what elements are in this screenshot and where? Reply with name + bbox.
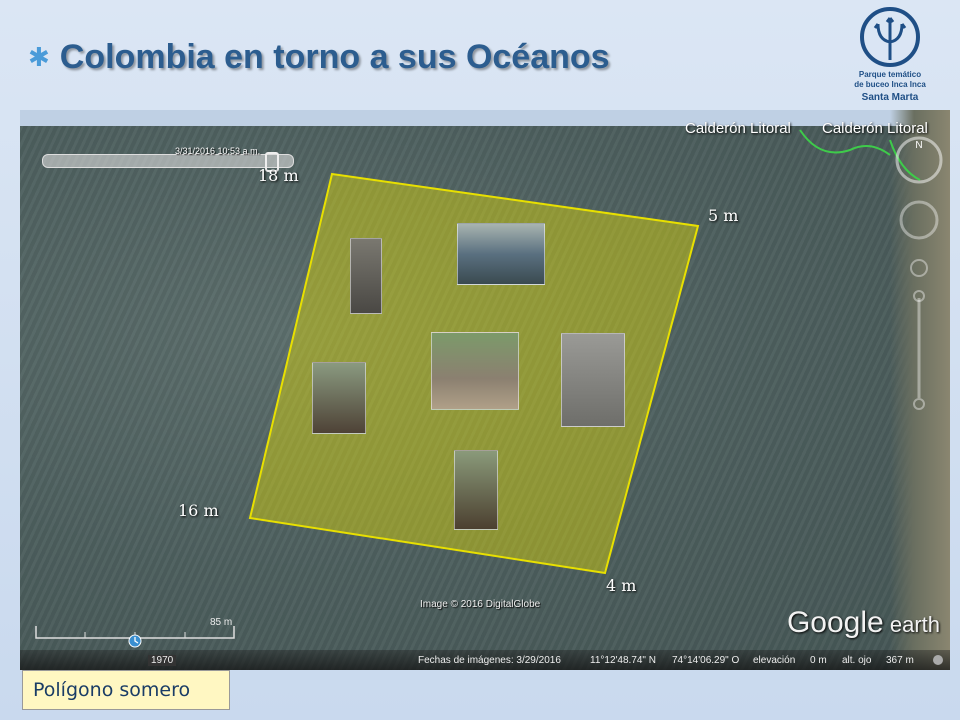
photo-statue-woman bbox=[350, 238, 382, 314]
photo-stone-carving bbox=[561, 333, 625, 427]
caption-box: Polígono somero bbox=[22, 670, 230, 710]
photo-globe-sculpture bbox=[431, 332, 519, 410]
status-bar: 1970 Fechas de imágenes: 3/29/2016 11°12… bbox=[20, 650, 950, 670]
logo-line-3: Santa Marta bbox=[861, 92, 919, 103]
navigation-controls[interactable]: N bbox=[894, 128, 944, 428]
depth-label-bottom-right: 4 m bbox=[606, 576, 637, 595]
year-label: 1970 bbox=[148, 655, 177, 666]
eye-altitude-label: alt. ojo bbox=[842, 655, 872, 666]
svg-text:N: N bbox=[915, 140, 922, 151]
zoom-out-icon bbox=[913, 398, 925, 410]
depth-label-top-left: 18 m bbox=[258, 166, 299, 185]
elevation-label: elevación bbox=[753, 655, 796, 666]
status-toggle-icon[interactable] bbox=[932, 654, 944, 666]
satellite-map[interactable]: Calderón Litoral Calderón Litoral 3/31/2… bbox=[20, 110, 950, 670]
logo: Parque temático de buceo Inca Inca Santa… bbox=[840, 6, 940, 108]
slide-title: Colombia en torno a sus Océanos bbox=[59, 38, 610, 76]
street-view-icon bbox=[910, 259, 928, 277]
brand-name: Google bbox=[786, 606, 884, 639]
logo-line-2: de buceo Inca Inca bbox=[854, 80, 926, 89]
logo-line-1: Parque temático bbox=[858, 70, 922, 79]
caption-text: Polígono somero bbox=[33, 679, 191, 701]
eye-altitude-value: 367 m bbox=[886, 655, 914, 666]
photo-jeep bbox=[457, 223, 545, 285]
trident-logo-icon bbox=[860, 7, 920, 67]
elevation-value: 0 m bbox=[810, 655, 827, 666]
scale-label: 85 m bbox=[210, 617, 233, 628]
title-row: ✱ Colombia en torno a sus Océanos bbox=[28, 38, 610, 77]
google-earth-logo: Google earth bbox=[787, 606, 940, 640]
image-credit: Image © 2016 DigitalGlobe bbox=[420, 599, 541, 610]
latitude: 11°12'48.74" N bbox=[590, 655, 656, 666]
look-joystick-icon bbox=[899, 200, 939, 240]
place-label: Calderón Litoral bbox=[685, 120, 791, 137]
historical-imagery-icon[interactable] bbox=[128, 634, 142, 648]
brand-suffix: earth bbox=[889, 612, 940, 637]
depth-label-top-right: 5 m bbox=[708, 206, 739, 225]
longitude: 74°14'06.29" O bbox=[672, 655, 740, 666]
photo-statue-group bbox=[312, 362, 366, 434]
bullet-icon: ✱ bbox=[28, 42, 50, 73]
depth-label-bottom-left: 16 m bbox=[178, 501, 219, 520]
photo-statue-man bbox=[454, 450, 498, 530]
slider-date: 3/31/2016 10:53 a.m. bbox=[175, 146, 261, 156]
imagery-date: Fechas de imágenes: 3/29/2016 bbox=[418, 655, 561, 666]
time-slider[interactable] bbox=[42, 152, 294, 172]
